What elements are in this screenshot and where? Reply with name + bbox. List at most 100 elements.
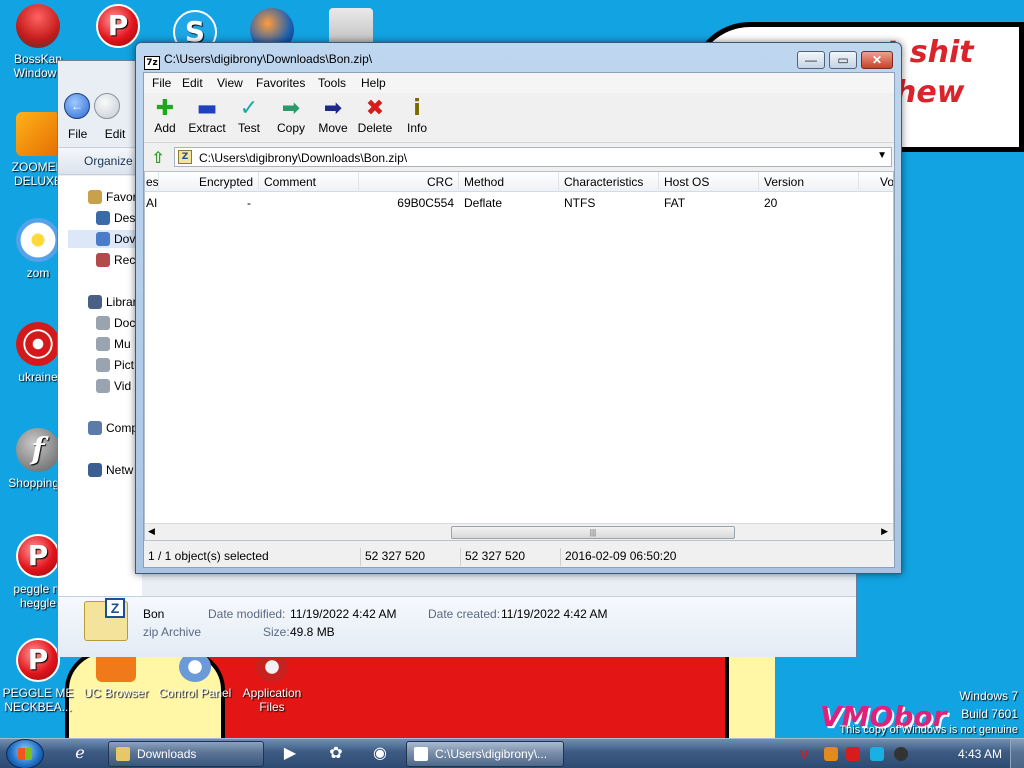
address-combobox[interactable]: Z C:\Users\digibrony\Downloads\Bon.zip\ … — [174, 147, 892, 167]
details-size-label: Size: — [263, 625, 290, 639]
minimize-button[interactable]: — — [797, 51, 825, 69]
extract-icon: ▬ — [196, 96, 218, 121]
windows-version-note: Windows 7 — [959, 689, 1018, 703]
column-header-crc[interactable]: CRC — [359, 172, 459, 192]
peggle-icon: P — [16, 534, 60, 578]
menu-bar: File Edit View Favorites Tools Help — [144, 73, 894, 93]
column-header-method[interactable]: Method — [459, 172, 559, 192]
menu-view[interactable]: View — [217, 76, 243, 90]
library-icon — [88, 295, 102, 309]
tree-item-downloads[interactable]: Dov — [68, 230, 142, 248]
scroll-left-icon[interactable]: ◀ — [148, 526, 155, 537]
menu-file[interactable]: File — [152, 76, 171, 90]
scrollbar-thumb[interactable]: ||| — [451, 526, 735, 539]
7zip-client-area: File Edit View Favorites Tools Help ✚ Ad… — [143, 72, 895, 568]
desktop-icon-label: zom — [26, 266, 50, 280]
volume-tray-icon[interactable] — [894, 747, 908, 761]
up-folder-button[interactable]: ⇧ — [148, 148, 168, 168]
horizontal-scrollbar[interactable]: ◀ ||| ▶ — [145, 523, 893, 540]
explorer-menu-edit[interactable]: Edit — [105, 127, 126, 141]
radiation-icon — [16, 322, 60, 366]
media-player-icon[interactable]: ▶ — [276, 742, 304, 766]
menu-help[interactable]: Help — [361, 76, 386, 90]
status-bar: 1 / 1 object(s) selected 52 327 520 52 3… — [144, 545, 894, 567]
cell-characteristics: NTFS — [564, 196, 596, 210]
address-bar: ⇧ Z C:\Users\digibrony\Downloads\Bon.zip… — [144, 144, 894, 170]
menu-edit[interactable]: Edit — [182, 76, 203, 90]
window-title-bar[interactable]: 7z C:\Users\digibrony\Downloads\Bon.zip\ — [144, 52, 372, 70]
column-header-row: es Encrypted Comment CRC Method Characte… — [145, 172, 893, 192]
column-header-host-os[interactable]: Host OS — [659, 172, 759, 192]
monitor-tray-icon[interactable] — [870, 747, 884, 761]
details-modified-value: 11/19/2022 4:42 AM — [290, 607, 397, 621]
desktop-icon-application-files[interactable]: Application Files — [234, 652, 310, 714]
flag-tray-icon[interactable] — [846, 747, 860, 761]
column-header-version[interactable]: Version — [759, 172, 859, 192]
address-path: C:\Users\digibrony\Downloads\Bon.zip\ — [199, 151, 408, 165]
7zip-logo-icon: 7z — [144, 56, 160, 70]
7zip-window[interactable]: 7z C:\Users\digibrony\Downloads\Bon.zip\ … — [135, 42, 902, 574]
chrome-icon[interactable]: ◉ — [366, 742, 394, 766]
test-button[interactable]: ✓ Test — [228, 97, 270, 136]
windows-build-note: Build 7601 — [961, 707, 1018, 721]
search-tray-icon[interactable] — [824, 747, 838, 761]
window-title: C:\Users\digibrony\Downloads\Bon.zip\ — [164, 52, 373, 66]
details-file-type: zip Archive — [143, 625, 202, 639]
internet-explorer-icon[interactable]: ℯ — [66, 742, 94, 766]
clock[interactable]: 4:43 AM — [958, 747, 1002, 761]
music-icon — [96, 337, 110, 351]
column-header-comment[interactable]: Comment — [259, 172, 359, 192]
windows-logo-icon — [18, 748, 32, 760]
organize-button[interactable]: Organize — [84, 154, 133, 168]
desktop-icon-label: Control Panel — [158, 686, 232, 700]
pictures-icon — [96, 358, 110, 372]
add-button[interactable]: ✚ Add — [144, 97, 186, 136]
menu-favorites[interactable]: Favorites — [256, 76, 305, 90]
folder-icon — [116, 747, 130, 761]
cell-host-os: FAT — [664, 196, 686, 210]
column-header-characteristics[interactable]: Characteristics — [559, 172, 659, 192]
desktop-icon-control-panel[interactable]: Control Panel — [157, 652, 233, 700]
status-packed-size: 52 327 520 — [460, 548, 560, 566]
desktop-icon-label: ukraine — [18, 370, 58, 384]
documents-icon — [96, 316, 110, 330]
delete-button[interactable]: ✖ Delete — [354, 97, 396, 136]
peggle-icon: P — [16, 638, 60, 682]
start-button[interactable] — [6, 739, 44, 768]
forward-button[interactable] — [94, 93, 120, 119]
flower-icon — [16, 218, 60, 262]
info-button[interactable]: i Info — [396, 97, 438, 136]
explorer-menu-file[interactable]: File — [68, 127, 87, 141]
network-icon — [88, 463, 102, 477]
cell-method: Deflate — [464, 196, 503, 210]
scroll-right-icon[interactable]: ▶ — [881, 526, 888, 537]
paint-icon[interactable]: ✿ — [322, 742, 350, 766]
taskbar-button-downloads[interactable]: Downloads — [108, 741, 264, 767]
column-header-encrypted[interactable]: Encrypted — [159, 172, 259, 192]
show-desktop-button[interactable] — [1010, 739, 1024, 768]
file-list[interactable]: es Encrypted Comment CRC Method Characte… — [144, 171, 894, 541]
move-button[interactable]: ➡ Move — [312, 97, 354, 136]
copy-button[interactable]: ➡ Copy — [270, 97, 312, 136]
taskbar-button-7zip[interactable]: C:\Users\digibrony\... — [406, 741, 564, 767]
cell-crc: 69B0C554 — [397, 196, 454, 210]
videos-icon — [96, 379, 110, 393]
star-icon — [88, 190, 102, 204]
close-button[interactable]: ✕ — [861, 51, 893, 69]
desktop-icon-label: UC Browser — [83, 686, 149, 700]
extract-button[interactable]: ▬ Extract — [186, 96, 228, 136]
computer-icon — [88, 421, 102, 435]
column-header-name[interactable]: es — [145, 172, 159, 192]
back-button[interactable]: ← — [64, 93, 90, 119]
desktop-icon-uc-browser[interactable]: UC Browser — [78, 652, 154, 700]
status-size: 52 327 520 — [360, 548, 460, 566]
bowl-icon — [16, 4, 60, 48]
navigation-pane: Favor Des Dov Rec Librar Doc Mu Pict Vid… — [58, 176, 142, 596]
explorer-menu-bar: File Edit — [68, 127, 139, 141]
column-header-volume[interactable]: Vo — [875, 172, 893, 192]
maximize-button[interactable]: ▭ — [829, 51, 857, 69]
antivirus-tray-icon[interactable]: V — [800, 747, 814, 762]
chevron-down-icon[interactable]: ▼ — [877, 150, 887, 161]
menu-tools[interactable]: Tools — [318, 76, 346, 90]
details-pane: Z Bon zip Archive Date modified: 11/19/2… — [58, 596, 856, 657]
